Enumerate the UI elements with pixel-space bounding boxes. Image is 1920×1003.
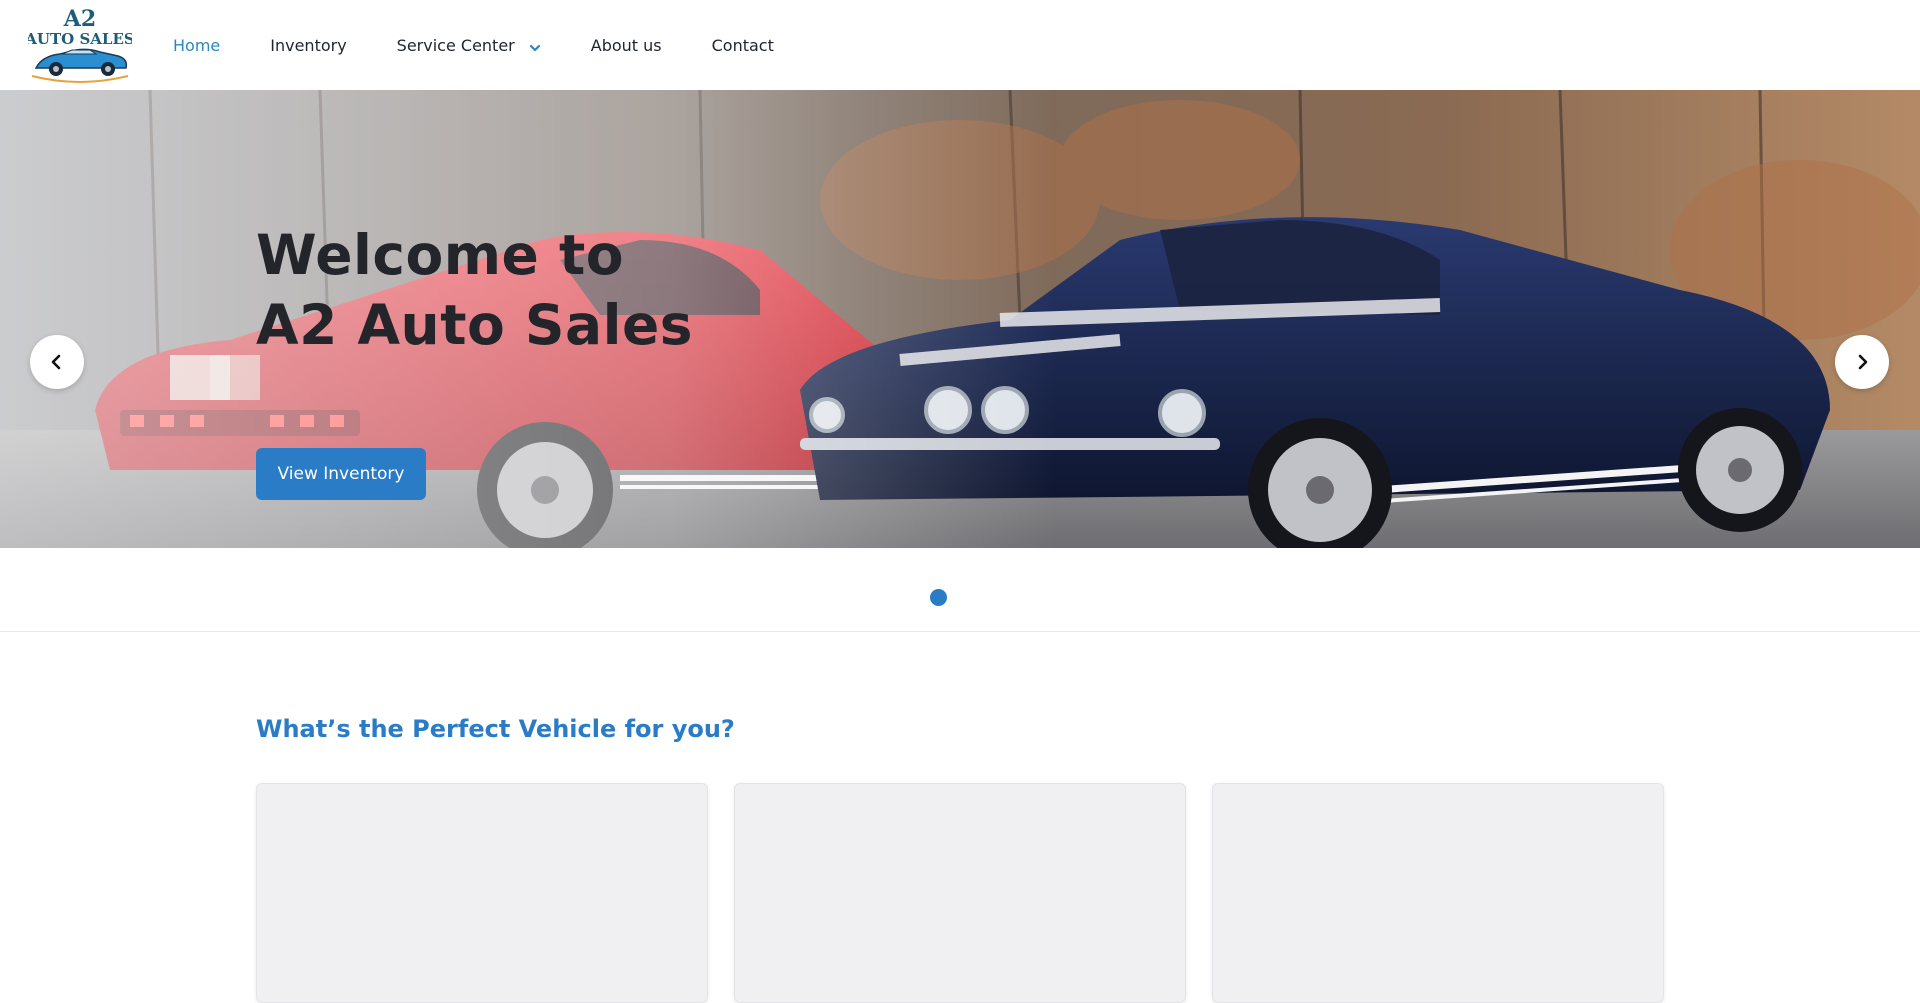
chevron-down-icon xyxy=(529,39,541,52)
nav-contact-label: Contact xyxy=(711,35,774,55)
nav-service-center[interactable]: Service Center xyxy=(397,36,541,55)
site-header: A2 AUTO SALES Home Inventory Service Cen… xyxy=(0,0,1920,90)
carousel-pagination xyxy=(0,548,1920,632)
brand-logo[interactable]: A2 AUTO SALES xyxy=(24,6,135,86)
vehicle-card[interactable] xyxy=(1212,783,1664,1003)
logo-line1: A2 xyxy=(63,6,96,32)
nav-service-center-label: Service Center xyxy=(396,35,515,55)
nav-inventory[interactable]: Inventory xyxy=(270,36,346,55)
chevron-right-icon xyxy=(1858,354,1868,370)
vehicle-card[interactable] xyxy=(256,783,708,1003)
hero-carousel: Welcome to A2 Auto Sales View Inventory xyxy=(0,90,1920,548)
view-inventory-button[interactable]: View Inventory xyxy=(256,448,426,500)
nav-about-us[interactable]: About us xyxy=(591,36,662,55)
logo-line2: AUTO SALES xyxy=(28,30,132,48)
car-logo-icon: A2 AUTO SALES xyxy=(24,6,135,83)
vehicle-card[interactable] xyxy=(734,783,1186,1003)
carousel-prev-button[interactable] xyxy=(30,335,84,389)
carousel-next-button[interactable] xyxy=(1835,335,1889,389)
hero-title: Welcome to A2 Auto Sales xyxy=(256,220,693,360)
nav-home[interactable]: Home xyxy=(173,36,220,55)
main-nav: Home Inventory Service Center About us C… xyxy=(173,0,824,90)
hero-title-line1: Welcome to xyxy=(256,223,625,287)
hero-title-line2: A2 Auto Sales xyxy=(256,293,694,357)
nav-home-label: Home xyxy=(173,35,221,55)
nav-contact[interactable]: Contact xyxy=(712,36,774,55)
carousel-dot-active[interactable] xyxy=(930,589,947,606)
nav-inventory-label: Inventory xyxy=(270,35,347,55)
section-title: What’s the Perfect Vehicle for you? xyxy=(256,715,735,743)
nav-about-us-label: About us xyxy=(590,35,662,55)
chevron-left-icon xyxy=(51,354,61,370)
